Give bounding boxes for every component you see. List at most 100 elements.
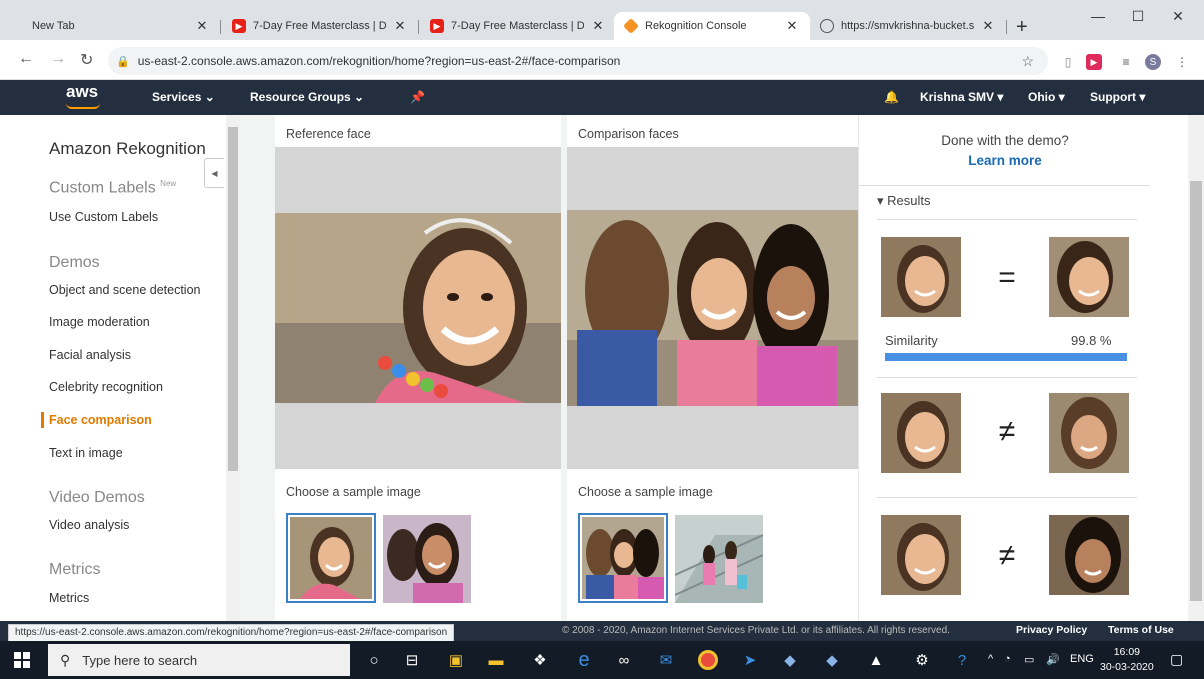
cortana-icon[interactable]: ○ [364, 650, 384, 670]
user-label: Krishna SMV [920, 90, 995, 104]
photos-icon[interactable]: ▲ [866, 650, 886, 670]
sidebar-item-celebrity-recognition[interactable]: Celebrity recognition [49, 380, 163, 394]
divider [877, 377, 1137, 378]
language-indicator[interactable]: ENG [1070, 653, 1094, 665]
sample-thumb-selected-right[interactable] [578, 513, 668, 603]
services-menu[interactable]: Services ⌄ [152, 90, 215, 104]
menu-kebab-icon[interactable]: ⋮ [1174, 54, 1190, 70]
close-window-button[interactable]: ✕ [1158, 8, 1198, 25]
sidebar-item-face-comparison[interactable]: Face comparison [49, 413, 152, 427]
terms-of-use-link[interactable]: Terms of Use [1108, 624, 1174, 636]
tray-chevron-icon[interactable]: ^ [988, 653, 993, 665]
mail-icon[interactable]: ✉ [656, 650, 676, 670]
aws-navbar: aws Services ⌄ Resource Groups ⌄ 📌 🔔 Kri… [0, 80, 1204, 115]
close-icon[interactable]: ✕ [194, 18, 210, 34]
globe-icon [820, 19, 834, 33]
sample-thumb-left-2[interactable] [383, 515, 471, 603]
bell-icon[interactable]: 🔔 [884, 90, 899, 104]
sidebar-item-image-moderation[interactable]: Image moderation [49, 315, 150, 329]
close-icon[interactable]: ✕ [590, 18, 606, 34]
divider [877, 497, 1137, 498]
caret-down-icon: ▾ [877, 193, 884, 208]
sample-thumb-right-2[interactable] [675, 515, 763, 603]
address-bar[interactable]: 🔒 us-east-2.console.aws.amazon.com/rekog… [108, 47, 1048, 75]
minimize-button[interactable]: — [1078, 8, 1118, 24]
sidebar-item-text-in-image[interactable]: Text in image [49, 446, 123, 460]
aws-logo[interactable]: aws [66, 82, 98, 102]
collapse-sidebar-button[interactable]: ◀ [204, 158, 224, 188]
reference-face-crop [881, 393, 961, 473]
browser-tab-strip: New Tab ✕ ▶ 7-Day Free Masterclass | Day… [0, 0, 1204, 40]
close-icon[interactable]: ✕ [980, 18, 996, 34]
choose-sample-label-right: Choose a sample image [578, 485, 713, 499]
sidebar-item-object-scene-detection[interactable]: Object and scene detection [49, 283, 201, 297]
tab-masterclass-1[interactable]: ▶ 7-Day Free Masterclass | Day 1 ✕ [222, 12, 418, 40]
face-crop-image [1049, 237, 1129, 317]
tab-rekognition-console[interactable]: Rekognition Console ✕ [614, 12, 810, 40]
forward-arrow-icon[interactable]: → [50, 50, 66, 68]
store-icon[interactable]: ▣ [446, 650, 466, 670]
telegram-icon[interactable]: ➤ [740, 650, 760, 670]
pin-icon[interactable]: 📌 [410, 90, 425, 104]
maximize-button[interactable]: ☐ [1118, 8, 1158, 25]
youtube-icon: ▶ [232, 19, 246, 33]
reload-icon[interactable]: ↻ [80, 50, 93, 70]
learn-more-link[interactable]: Learn more [859, 153, 1151, 168]
new-tab-button[interactable]: + [1016, 16, 1028, 39]
divider [877, 219, 1137, 220]
tab-s3-bucket[interactable]: https://smvkrishna-bucket.s3. ✕ [810, 12, 1006, 40]
reference-image-frame [275, 147, 561, 469]
dropbox-icon[interactable]: ❖ [530, 650, 550, 670]
close-icon[interactable]: ✕ [392, 18, 408, 34]
back-arrow-icon[interactable]: ← [18, 50, 34, 68]
infinity-app-icon[interactable]: ∞ [614, 650, 634, 670]
windows-start-icon[interactable] [14, 652, 30, 668]
bookmark-star-icon[interactable]: ☆ [1021, 53, 1034, 70]
similarity-bar-fill [885, 353, 1127, 361]
extension-red-icon[interactable]: ▶ [1086, 54, 1102, 70]
task-view-icon[interactable]: ⊟ [402, 650, 422, 670]
privacy-policy-link[interactable]: Privacy Policy [1016, 624, 1087, 636]
profile-avatar[interactable]: S [1145, 54, 1161, 70]
chrome-icon[interactable] [698, 650, 718, 670]
support-menu[interactable]: Support ▾ [1090, 90, 1145, 104]
notification-icon[interactable]: ▢ [1170, 651, 1183, 668]
tab-new-tab[interactable]: New Tab ✕ [22, 12, 220, 40]
help-icon[interactable]: ? [952, 650, 972, 670]
clock[interactable]: 16:09 30-03-2020 [1100, 645, 1154, 675]
reading-list-icon[interactable]: ≡ [1118, 54, 1134, 70]
reference-face-label: Reference face [286, 127, 371, 141]
results-header-label: Results [887, 193, 931, 208]
file-explorer-icon[interactable]: ▬ [486, 650, 506, 670]
resource-groups-menu[interactable]: Resource Groups ⌄ [250, 90, 364, 104]
sidebar-item-metrics[interactable]: Metrics [49, 591, 89, 605]
battery-icon[interactable]: ▭ [1024, 653, 1034, 666]
app-icon[interactable]: ◆ [780, 650, 800, 670]
volume-icon[interactable]: 🔊 [1046, 653, 1060, 666]
support-label: Support [1090, 90, 1136, 104]
sample-thumb-selected-left[interactable] [286, 513, 376, 603]
app-icon-2[interactable]: ◆ [822, 650, 842, 670]
close-icon[interactable]: ✕ [784, 18, 800, 34]
comparison-photo-art [567, 210, 858, 406]
user-menu[interactable]: Krishna SMV ▾ [920, 90, 1003, 104]
face-crop-image [1049, 393, 1129, 473]
region-menu[interactable]: Ohio ▾ [1028, 90, 1065, 104]
settings-gear-icon[interactable]: ⚙ [912, 650, 932, 670]
taskbar-search[interactable]: ⚲ Type here to search [48, 644, 350, 676]
edge-icon[interactable]: e [574, 649, 594, 671]
scrollbar-thumb[interactable] [1190, 181, 1202, 601]
network-icon[interactable]: ◔ [1004, 653, 1011, 665]
sidebar-scrollbar[interactable] [226, 115, 240, 621]
sidebar-item-facial-analysis[interactable]: Facial analysis [49, 348, 131, 362]
tab-masterclass-2[interactable]: ▶ 7-Day Free Masterclass | Day 1 ✕ [420, 12, 616, 40]
sidebar-title[interactable]: Amazon Rekognition [49, 139, 206, 159]
sidebar-item-video-analysis[interactable]: Video analysis [49, 518, 129, 532]
results-header[interactable]: ▾ Results [877, 193, 931, 209]
face-crop-image [1049, 515, 1129, 595]
extension-icon[interactable]: ▯ [1060, 54, 1076, 70]
services-label: Services [152, 90, 202, 104]
clock-time: 16:09 [1113, 646, 1140, 658]
sidebar-item-use-custom-labels[interactable]: Use Custom Labels [49, 210, 158, 224]
scrollbar-thumb[interactable] [228, 127, 238, 471]
